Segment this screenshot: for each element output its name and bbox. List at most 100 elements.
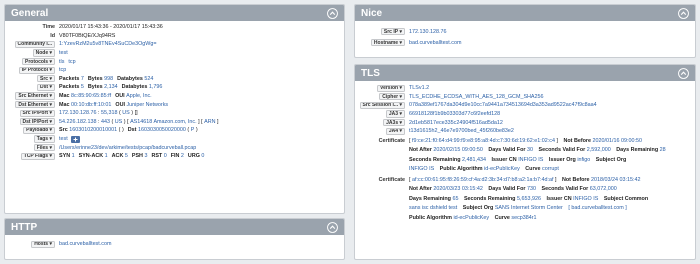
dstipport-chip[interactable]: Dst IP/Port ▾: [19, 118, 55, 126]
dsteth-mac-value[interactable]: 00:10:db:ff:10:01: [71, 102, 111, 108]
cert1-issuerorg-value[interactable]: infigo: [577, 157, 590, 163]
dst-asn-value[interactable]: AS14618 Amazon.com, Inc.: [130, 119, 197, 125]
tls-srcsession-chip[interactable]: Src Session I... ▾: [359, 101, 405, 110]
srceth-oui-value[interactable]: Apple, Inc.: [126, 93, 151, 99]
tls-cipher-value[interactable]: TLS_ECDHE_ECDSA_WITH_AES_128_GCM_SHA256: [409, 94, 544, 100]
tls-ja4-value[interactable]: t13d1615h2_46e7e9700bed_45f260be83e2: [409, 128, 514, 134]
node-chip[interactable]: Node ▾: [32, 49, 55, 57]
cert1-secvalid-value[interactable]: 2,592,000: [587, 147, 611, 153]
cert2-notbefore-value[interactable]: 2018/03/24 03:15:42: [591, 177, 640, 183]
chevron-up-icon[interactable]: [327, 221, 338, 233]
src-packets-value[interactable]: 7: [81, 76, 84, 82]
flag-rst-value[interactable]: 0: [164, 153, 167, 159]
tags-value[interactable]: test: [59, 136, 68, 142]
flag-synack-value[interactable]: 1: [105, 153, 108, 159]
protocols-chip[interactable]: Protocols ▾: [22, 58, 55, 66]
cert1-curve-value[interactable]: corrupt: [542, 166, 559, 172]
nice-srcip-value[interactable]: 172.130.128.76: [409, 29, 446, 35]
hosts-value[interactable]: bad.curveballtest.com: [59, 241, 111, 247]
src-bytes-value[interactable]: 998: [104, 76, 113, 82]
dst-databytes-value[interactable]: 1,796: [149, 84, 163, 90]
dsteth-chip[interactable]: Dst Ethernet ▾: [15, 101, 55, 109]
cert1-issuercn-value[interactable]: INFIGO IS: [518, 157, 543, 163]
cert2-pubalg-value[interactable]: id-ecPublicKey: [453, 215, 489, 221]
dst-bytes-value[interactable]: 2,134: [104, 84, 118, 90]
flag-urg-value[interactable]: 0: [201, 153, 204, 159]
flag-syn-value[interactable]: 1: [72, 153, 75, 159]
chevron-up-icon[interactable]: [678, 7, 689, 19]
cert1-pubalg-value[interactable]: id-ecPublicKey: [484, 166, 520, 172]
protocol-tls[interactable]: tls: [59, 59, 64, 65]
files-chip[interactable]: Files ▾: [33, 144, 55, 152]
cert1-serial[interactable]: f9:ce:21:f0:64:d4:99:f9:e8:95:a8:4d:c7:3…: [412, 138, 555, 144]
protocol-tcp[interactable]: tcp: [68, 59, 75, 65]
nice-hostname-value[interactable]: bad.curveballtest.com: [409, 40, 461, 46]
cert2-serial[interactable]: af:cc:00:61:95:f8:26:59:cf:4a:d2:3b:34:d…: [412, 177, 553, 183]
srcport-value[interactable]: 55,318: [101, 110, 118, 116]
cert2-altnames-value[interactable]: [ bad.curveballtest.com ]: [568, 205, 626, 211]
nice-srcip-chip[interactable]: Src IP ▾: [380, 27, 405, 36]
cert1-notafter-value[interactable]: 2020/02/15 09:00:50: [433, 147, 482, 153]
src-chip[interactable]: Src ▾: [37, 75, 55, 83]
nice-header[interactable]: Nice: [355, 5, 695, 21]
dst-chip[interactable]: Dst ▾: [37, 83, 55, 92]
srceth-mac-value[interactable]: 8c:85:90:65:85:ff: [71, 93, 111, 99]
src-country-value[interactable]: US: [122, 110, 130, 116]
add-tag-button[interactable]: [70, 135, 80, 143]
tls-version-chip[interactable]: Version ▾: [377, 84, 405, 92]
flag-psh-value[interactable]: 3: [144, 153, 147, 159]
srcipport-chip[interactable]: Src IP/Port ▾: [19, 109, 55, 117]
tls-version-value[interactable]: TLSv1.2: [409, 85, 429, 91]
flag-ack-value[interactable]: 5: [125, 153, 128, 159]
tls-srcsession-value[interactable]: 078a389ef1767da304d9e10cc7a9441a73451369…: [409, 102, 597, 108]
dstip-value[interactable]: 54.226.182.138: [59, 119, 96, 125]
cert2-curve-value[interactable]: secp384r1: [511, 215, 536, 221]
cert1-daysremain-value[interactable]: 28: [660, 147, 666, 153]
tags-chip[interactable]: Tags ▾: [33, 135, 55, 143]
cert2-issuercn-value[interactable]: INFIGO IS: [573, 196, 598, 202]
dst-rir-value[interactable]: ARN: [204, 119, 215, 125]
cert1-daysvalid-value[interactable]: 30: [527, 147, 533, 153]
srceth-chip[interactable]: Src Ethernet ▾: [15, 92, 55, 100]
cert1-subjectorg-value[interactable]: INFIGO IS: [409, 166, 434, 172]
dstport-value[interactable]: 443: [101, 119, 110, 125]
cert2-secremain-value[interactable]: 5,653,926: [517, 196, 541, 202]
tls-ja3-chip[interactable]: JA3 ▾: [385, 110, 405, 118]
tls-ja4-chip[interactable]: JA4 ▾: [385, 127, 405, 135]
nice-hostname-chip[interactable]: Hostname ▾: [370, 38, 405, 47]
srcip-value[interactable]: 172.130.128.76: [59, 110, 96, 116]
payload-dst-value[interactable]: 1603030050020000: [138, 127, 186, 133]
cert1-secremain-value[interactable]: 2,481,434: [462, 157, 486, 163]
cert2-subjectorg-value[interactable]: SANS Internet Storm Center: [495, 205, 563, 211]
cert2-notafter-value[interactable]: 2020/03/23 03:15:42: [433, 186, 482, 192]
ipproto-value[interactable]: tcp: [59, 67, 66, 73]
payload-dst-ascii[interactable]: P: [191, 127, 195, 133]
dst-packets-value[interactable]: 5: [81, 84, 84, 90]
src-databytes-value[interactable]: 524: [144, 76, 153, 82]
ipproto-chip[interactable]: IP Protocol ▾: [18, 66, 55, 74]
dsteth-oui-value[interactable]: Juniper Networks: [126, 102, 168, 108]
community-value[interactable]: 1:YzevRzM2u5v8TNEv4SuCDe3OgWg=: [59, 41, 157, 47]
cert2-daysvalid-value[interactable]: 730: [527, 186, 536, 192]
chevron-up-icon[interactable]: [678, 67, 689, 79]
http-header[interactable]: HTTP: [5, 219, 344, 235]
payload-chip[interactable]: Payload8 ▾: [23, 126, 55, 135]
cert1-notbefore-value[interactable]: 2020/01/16 09:00:50: [593, 138, 642, 144]
cert2-daysremain-value[interactable]: 65: [452, 196, 458, 202]
community-chip[interactable]: Community I...: [14, 40, 55, 49]
files-value[interactable]: /Users/erinne23/dev/arkime/tests/pcap/ba…: [59, 145, 196, 151]
cert2-subjectcommon-value[interactable]: sans isc dshield test: [409, 205, 457, 211]
dst-country-value[interactable]: US: [115, 119, 123, 125]
hosts-chip[interactable]: Hosts ▾: [31, 240, 55, 248]
tls-cipher-chip[interactable]: Cipher ▾: [379, 93, 405, 101]
cert2-secvalid-value[interactable]: 63,072,000: [590, 186, 617, 192]
tcpflags-chip[interactable]: TCP Flags ▾: [20, 152, 55, 160]
general-header[interactable]: General: [5, 5, 344, 21]
tls-ja3s-chip[interactable]: JA3s ▾: [383, 119, 405, 127]
chevron-up-icon[interactable]: [327, 7, 338, 19]
payload-src-value[interactable]: 1603010200010001: [69, 127, 117, 133]
node-value[interactable]: test: [59, 50, 68, 56]
tls-header[interactable]: TLS: [355, 65, 695, 81]
tls-ja3s-value[interactable]: 2d1eb5817ece335c24904f516ad5da12: [409, 120, 503, 126]
tls-ja3-value[interactable]: 66918128f1b9b03303d77c6f2eefd128: [409, 111, 500, 117]
